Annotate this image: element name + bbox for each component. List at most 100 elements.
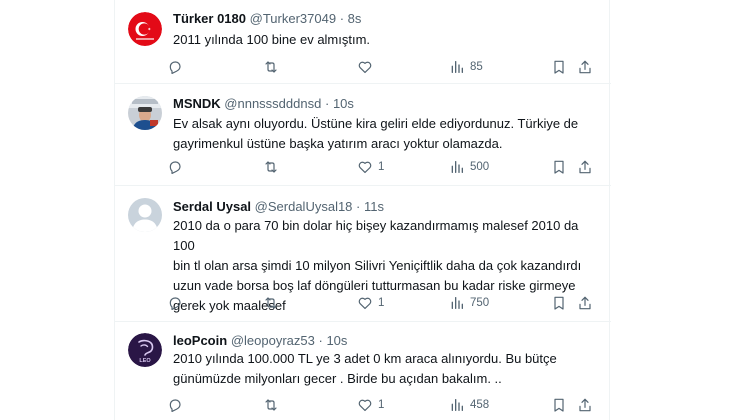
logo-text: LEO [139,358,151,364]
action-bar: 1 500 [167,156,607,178]
user-photo-icon [128,96,162,130]
heart-icon [358,161,372,174]
share-button[interactable] [577,56,593,78]
reply-icon [169,161,181,174]
tweet-text-line: gayrimenkul üstüne başka yatırım aracı y… [173,136,503,151]
like-count: 1 [378,297,385,309]
heart-icon [358,297,372,310]
display-name[interactable]: leoPcoin [173,333,227,348]
like-count: 1 [378,399,385,411]
share-button[interactable] [577,156,593,178]
tweet-text-line: bin tl olan arsa şimdi 10 milyon Silivri… [173,258,582,273]
tweet-text: 2011 yılında 100 bine ev almıştım. [173,30,603,50]
retweet-button[interactable] [263,56,284,78]
tweet-text-line: Ev alsak aynı oluyordu. Üstüne kira geli… [173,116,579,131]
timestamp[interactable]: 8s [348,11,362,26]
views-button[interactable]: 500 [449,156,489,178]
separator-dot: · [324,96,330,111]
lion-logo-icon: LEO [128,333,162,367]
avatar-turkish-flag[interactable] [128,12,162,46]
like-count: 1 [378,161,385,173]
retweet-button[interactable] [263,394,284,416]
separator-dot: · [356,199,361,214]
avatar-photo[interactable] [128,96,162,130]
retweet-button[interactable] [263,292,284,314]
views-icon [451,297,463,309]
bookmark-icon [554,160,564,174]
tweet-text-line: günümüzde milyonları gecer . Birde bu aç… [173,371,502,386]
bookmark-button[interactable] [551,394,567,416]
views-button[interactable]: 85 [449,56,483,78]
views-icon [451,399,463,411]
tweet-text-line: 2011 yılında 100 bine ev almıştım. [173,32,371,47]
tweet-text-line: 2010 da o para 70 bin dolar hiç bişey ka… [173,218,579,253]
reply-icon [169,297,181,310]
avatar-default[interactable] [128,198,162,232]
share-button[interactable] [577,292,593,314]
share-icon [579,160,591,174]
heart-icon [358,61,372,74]
retweet-icon [265,161,277,173]
action-bar: 1 458 [167,394,607,416]
like-button[interactable]: 1 [357,156,384,178]
reply-feed: Türker 0180 @Turker37049 · 8s 2011 yılın… [114,0,611,420]
turkish-flag-icon [128,12,162,46]
reply-button[interactable] [167,292,188,314]
tweet-text: Ev alsak aynı oluyordu. Üstüne kira geli… [173,114,603,154]
views-count: 85 [470,61,483,73]
share-button[interactable] [577,394,593,416]
user-handle[interactable]: @nnnsssdddnsd [224,96,321,111]
default-user-icon [128,198,162,232]
tweet-text: 2010 yılında 100.000 TL ye 3 adet 0 km a… [173,349,603,389]
retweet-button[interactable] [263,156,284,178]
heart-icon [358,399,372,412]
tweet-header: MSNDK @nnnsssdddnsd · 10s [173,95,354,113]
bookmark-icon [554,60,564,74]
tweet-text-line: 2010 yılında 100.000 TL ye 3 adet 0 km a… [173,351,557,366]
action-bar: 1 750 [167,292,607,314]
bookmark-icon [554,398,564,412]
retweet-icon [265,297,277,309]
tweet[interactable]: MSNDK @nnnsssdddnsd · 10s Ev alsak aynı … [115,84,611,186]
action-bar: 85 [167,56,607,78]
reply-button[interactable] [167,394,188,416]
timestamp[interactable]: 10s [333,96,354,111]
user-handle[interactable]: @leopoyraz53 [231,333,315,348]
bookmark-button[interactable] [551,292,567,314]
timestamp[interactable]: 11s [364,199,384,214]
like-button[interactable] [357,56,378,78]
timestamp[interactable]: 10s [326,333,347,348]
separator-dot: · [339,11,345,26]
views-count: 500 [470,161,490,173]
display-name[interactable]: Serdal Uysal [173,199,251,214]
tweet-header: Serdal Uysal @SerdalUysal18 · 11s [173,198,384,216]
reply-button[interactable] [167,56,188,78]
user-handle[interactable]: @SerdalUysal18 [255,199,353,214]
display-name[interactable]: MSNDK [173,96,221,111]
share-icon [579,398,591,412]
like-button[interactable]: 1 [357,292,384,314]
bookmark-icon [554,296,564,310]
tweet[interactable]: Serdal Uysal @SerdalUysal18 · 11s 2010 d… [115,186,611,322]
share-icon [579,296,591,310]
reply-icon [169,399,181,412]
bookmark-button[interactable] [551,56,567,78]
tweet-header: Türker 0180 @Turker37049 · 8s [173,10,361,28]
tweet[interactable]: Türker 0180 @Turker37049 · 8s 2011 yılın… [115,0,611,84]
views-button[interactable]: 750 [449,292,489,314]
avatar-leo-logo[interactable]: LEO [128,333,162,367]
display-name[interactable]: Türker 0180 [173,11,246,26]
reply-icon [169,61,181,74]
views-icon [451,61,463,73]
views-count: 458 [470,399,490,411]
views-count: 750 [470,297,490,309]
separator-dot: · [318,333,323,348]
like-button[interactable]: 1 [357,394,384,416]
share-icon [579,60,591,74]
retweet-icon [265,399,277,411]
reply-button[interactable] [167,156,188,178]
user-handle[interactable]: @Turker37049 [250,11,336,26]
tweet[interactable]: LEO leoPcoin @leopoyraz53 · 10s 2010 yıl… [115,322,611,420]
views-button[interactable]: 458 [449,394,489,416]
bookmark-button[interactable] [551,156,567,178]
